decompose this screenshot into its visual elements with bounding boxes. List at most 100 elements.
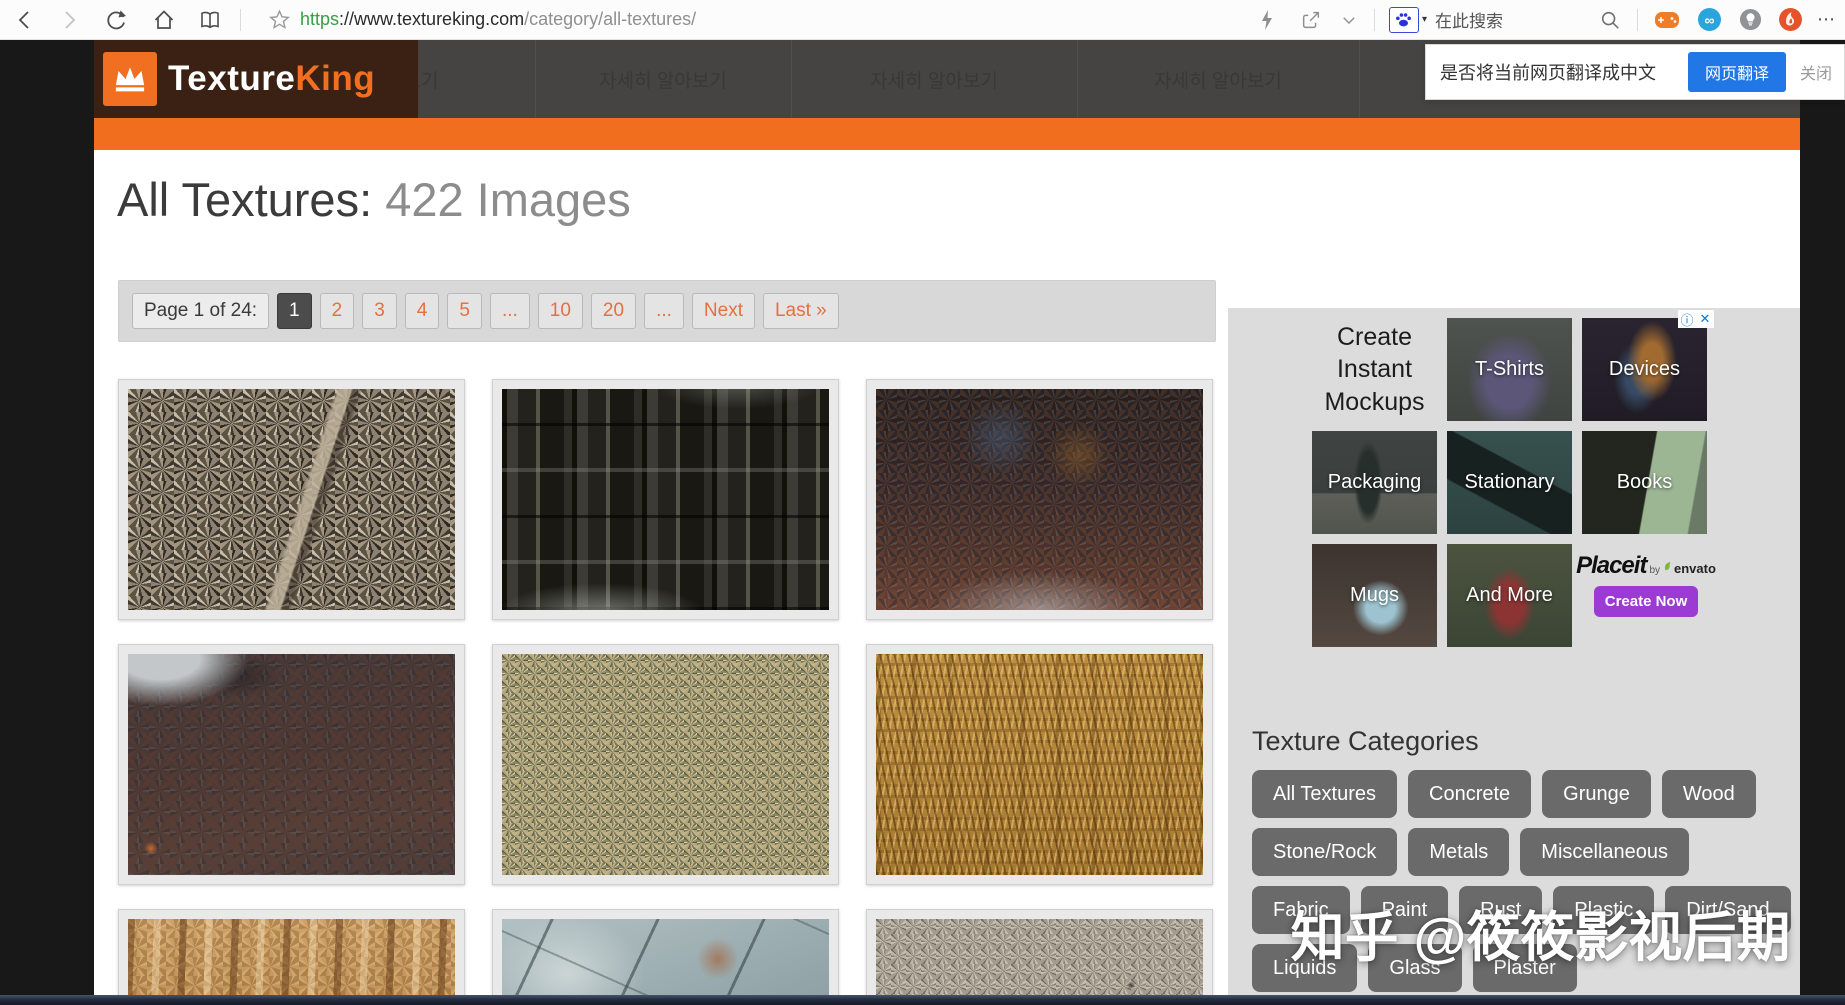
category-metals[interactable]: Metals xyxy=(1408,828,1510,876)
translate-close-button[interactable]: 关闭 xyxy=(1800,60,1832,84)
texture-thumbnail-5[interactable] xyxy=(492,644,839,885)
texture-thumbnail-6[interactable] xyxy=(866,644,1213,885)
search-here-label[interactable]: 在此搜索 xyxy=(1435,7,1503,32)
pagination-page-4[interactable]: 4 xyxy=(404,293,440,329)
url-text[interactable]: https://www.textureking.com/category/all… xyxy=(300,9,696,30)
pagination-ellipsis[interactable]: ... xyxy=(644,293,684,329)
adchoices-close-icon[interactable]: ✕ xyxy=(1696,310,1714,328)
envato-word-text: envato xyxy=(1674,561,1716,576)
logo-texture-word: Texture xyxy=(168,59,296,98)
translate-button[interactable]: 网页翻译 xyxy=(1687,52,1786,92)
category-miscellaneous[interactable]: Miscellaneous xyxy=(1520,828,1690,876)
back-icon[interactable] xyxy=(14,8,36,32)
pagination-page-3[interactable]: 3 xyxy=(362,293,397,329)
ad-tile-tshirts[interactable]: T-Shirts xyxy=(1447,318,1572,421)
ad-tile-and-more[interactable]: And More xyxy=(1447,544,1572,647)
ad-tile-label: Mugs xyxy=(1350,584,1399,606)
share-icon[interactable] xyxy=(1300,9,1322,31)
nav-item-3[interactable]: 자세히 알아보기 xyxy=(791,40,1077,118)
site-logo[interactable]: TextureKing xyxy=(94,40,418,118)
texture-image xyxy=(128,654,455,875)
ad-tile-packaging[interactable]: Packaging xyxy=(1312,431,1437,534)
nav-divider xyxy=(1359,40,1360,118)
lightbulb-extension-icon[interactable] xyxy=(1739,8,1762,31)
more-menu-icon[interactable]: ⋯ xyxy=(1817,9,1837,30)
home-icon[interactable] xyxy=(152,8,176,32)
reading-list-icon[interactable] xyxy=(198,8,222,32)
forward-icon[interactable] xyxy=(58,8,80,32)
manager-extension-icon[interactable] xyxy=(1778,7,1803,32)
bookmark-star-icon[interactable] xyxy=(269,9,290,30)
pagination-bar: Page 1 of 24: 1 2 3 4 5 ... 10 20 ... Ne… xyxy=(118,280,1216,342)
nav-item-label: 자세히 알아보기 xyxy=(870,70,998,92)
category-plastic[interactable]: Plastic xyxy=(1553,886,1655,934)
ad-tile-label: Packaging xyxy=(1327,471,1422,493)
texture-thumbnail-7[interactable] xyxy=(118,909,465,997)
texture-thumbnail-9[interactable] xyxy=(866,909,1213,997)
texture-thumbnail-3[interactable] xyxy=(866,379,1213,620)
baidu-search-engine-icon[interactable] xyxy=(1388,6,1419,33)
ad-tile-books[interactable]: Books xyxy=(1582,431,1707,534)
category-paint[interactable]: Paint xyxy=(1360,886,1449,934)
pagination-page-2[interactable]: 2 xyxy=(319,293,355,329)
chevron-down-icon[interactable] xyxy=(1340,11,1358,29)
nav-divider xyxy=(791,40,792,118)
nav-item-2[interactable]: 자세히 알아보기 xyxy=(535,40,791,118)
category-concrete[interactable]: Concrete xyxy=(1408,770,1532,818)
category-plaster[interactable]: Plaster xyxy=(1472,944,1577,992)
toolbar-right-cluster: ▾ 在此搜索 ∞ ⋯ xyxy=(1258,6,1837,33)
adchoices-controls: ⓘ ✕ xyxy=(1678,310,1714,328)
page-title-count: 422 Images xyxy=(385,173,631,226)
search-icon[interactable] xyxy=(1599,9,1621,31)
ad-tile-mugs[interactable]: Mugs xyxy=(1312,544,1437,647)
accent-bar xyxy=(94,118,1800,150)
ad-tile-stationary[interactable]: Stationary xyxy=(1447,431,1572,534)
category-all-textures[interactable]: All Textures xyxy=(1252,770,1398,818)
category-rust[interactable]: Rust xyxy=(1459,886,1543,934)
pagination-label: Page 1 of 24: xyxy=(132,293,270,329)
adchoices-info-icon[interactable]: ⓘ xyxy=(1678,310,1696,328)
pagination-page-5[interactable]: 5 xyxy=(447,293,482,329)
refresh-icon[interactable] xyxy=(104,8,128,32)
pagination-page-20[interactable]: 20 xyxy=(590,293,637,329)
pagination-ellipsis[interactable]: ... xyxy=(489,293,530,329)
texture-thumbnail-1[interactable] xyxy=(118,379,465,620)
ad-tile-label: Devices xyxy=(1608,358,1681,380)
category-dirt-sand[interactable]: Dirt/Sand xyxy=(1665,886,1791,934)
pagination-current-page[interactable]: 1 xyxy=(277,293,312,329)
nav-item-label: 자세히 알아보기 xyxy=(599,70,727,92)
texture-thumbnail-8[interactable] xyxy=(492,909,839,997)
ad-tile-devices[interactable]: Devices xyxy=(1582,318,1707,421)
placeit-brand-text: Placeit xyxy=(1576,552,1647,579)
texture-image xyxy=(502,654,829,875)
pagination-page-10[interactable]: 10 xyxy=(537,293,583,329)
bottom-edge-bar xyxy=(0,995,1845,1005)
category-fabric[interactable]: Fabric xyxy=(1252,886,1350,934)
category-glass[interactable]: Glass xyxy=(1368,944,1462,992)
placeit-logo: Placeit by envato xyxy=(1576,552,1716,580)
address-bar[interactable]: https://www.textureking.com/category/all… xyxy=(269,9,696,30)
game-center-icon[interactable] xyxy=(1654,10,1680,30)
nav-item-label: 자세히 알아보기 xyxy=(1154,70,1282,92)
category-button-grid: All Textures Concrete Grunge Wood Stone/… xyxy=(1252,770,1791,992)
texture-thumbnail-4[interactable] xyxy=(118,644,465,885)
search-engine-caret-icon[interactable]: ▾ xyxy=(1422,14,1427,25)
create-now-button[interactable]: Create Now xyxy=(1594,586,1698,617)
pagination-last[interactable]: Last » xyxy=(762,293,839,329)
texture-image xyxy=(502,919,829,997)
category-liquids[interactable]: Liquids xyxy=(1252,944,1358,992)
category-row: Fabric Paint Rust Plastic Dirt/Sand xyxy=(1252,886,1791,934)
page-title-text: All Textures: xyxy=(117,173,373,226)
texture-thumbnail-2[interactable] xyxy=(492,379,839,620)
category-grunge[interactable]: Grunge xyxy=(1542,770,1651,818)
ad-tile-label: T-Shirts xyxy=(1475,358,1544,380)
nav-item-4[interactable]: 자세히 알아보기 xyxy=(1077,40,1359,118)
lightning-icon[interactable] xyxy=(1258,9,1276,31)
url-path: /category/all-textures/ xyxy=(524,9,697,29)
category-wood[interactable]: Wood xyxy=(1661,770,1756,818)
nav-divider xyxy=(1077,40,1078,118)
pagination-next[interactable]: Next xyxy=(691,293,755,329)
proxy-infinity-icon[interactable]: ∞ xyxy=(1698,8,1721,31)
url-scheme: https xyxy=(300,9,340,29)
category-stone-rock[interactable]: Stone/Rock xyxy=(1252,828,1398,876)
